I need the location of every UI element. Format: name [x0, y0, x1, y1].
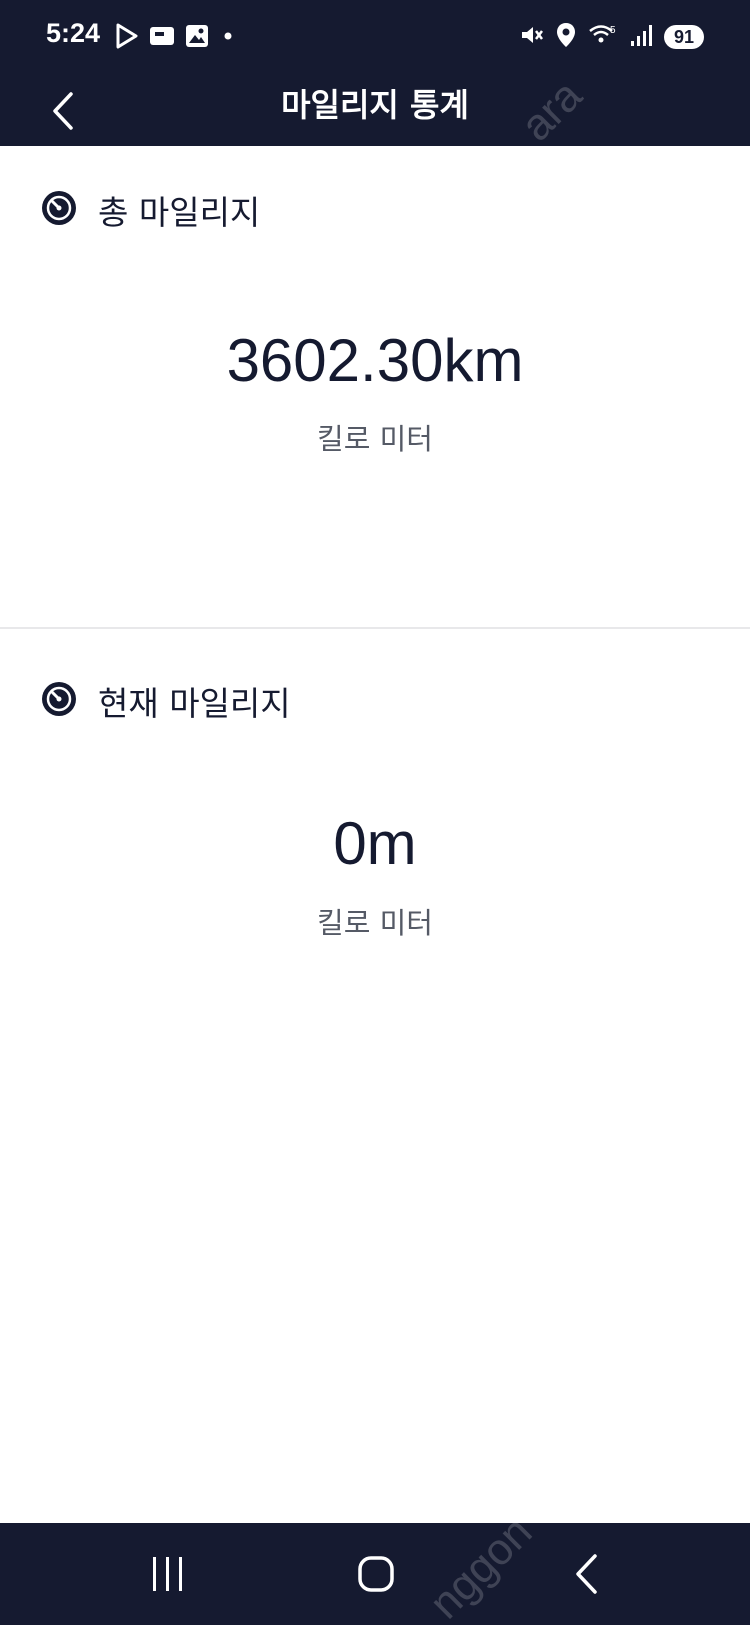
gallery-icon: [185, 24, 209, 52]
play-store-icon: [115, 23, 139, 53]
home-icon[interactable]: [357, 1555, 395, 1597]
total-mileage-title: 총 마일리지: [98, 193, 261, 232]
status-bar: 5:24 5 91: [0, 0, 750, 76]
app-header: 마일리지 통계 ara: [0, 71, 750, 150]
current-mileage-section: 현재 마일리지 0m 킬로 미터: [0, 629, 750, 1229]
signal-icon: [630, 23, 652, 51]
current-mileage-unit: 킬로 미터: [317, 906, 433, 940]
total-mileage-header: 총 마일리지: [40, 186, 260, 234]
recent-apps-icon[interactable]: [150, 1555, 186, 1597]
total-mileage-section: 총 마일리지 3602.30km 킬로 미터: [0, 146, 750, 627]
navigation-bar: nggon: [0, 1507, 750, 1628]
current-mileage-title: 현재 마일리지: [98, 684, 291, 723]
notification-icons: [115, 23, 237, 53]
location-icon: [556, 22, 576, 52]
total-mileage-unit: 킬로 미터: [317, 422, 433, 456]
svg-text:5: 5: [610, 25, 616, 36]
battery-indicator: 91: [664, 25, 704, 49]
back-icon[interactable]: [573, 1553, 599, 1599]
mute-icon: [520, 23, 544, 51]
timer-icon: [40, 189, 78, 231]
page-title: 마일리지 통계: [281, 86, 469, 124]
system-icons: 5 91: [520, 22, 704, 52]
watermark: nggon: [420, 1507, 542, 1629]
wifi-icon: 5: [588, 23, 618, 51]
timer-icon: [40, 680, 78, 722]
total-mileage-value: 3602.30km: [226, 327, 524, 394]
news-icon: [149, 25, 175, 51]
current-mileage-header: 현재 마일리지: [40, 677, 291, 725]
dot-icon: [219, 27, 237, 49]
status-time: 5:24: [46, 18, 101, 48]
current-mileage-value: 0m: [333, 810, 417, 877]
